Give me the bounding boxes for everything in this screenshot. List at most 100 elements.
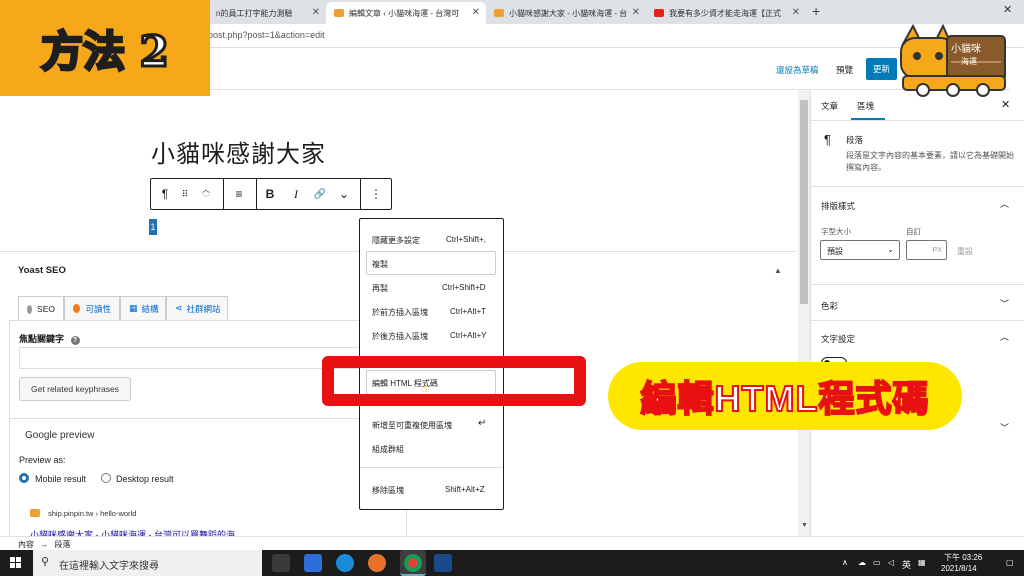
browser-tab[interactable]: n的員工打字能力測驗 ✕ xyxy=(208,2,326,24)
custom-size-label: 自訂 xyxy=(906,227,921,236)
breadcrumb-current[interactable]: 段落 xyxy=(54,540,70,549)
taskbar-search-input[interactable]: ⚲ 在這裡輸入文字來搜尋 xyxy=(33,550,262,576)
drag-handle-icon[interactable]: ⠿ xyxy=(177,179,193,209)
menu-item-hide-settings[interactable]: 隱藏更多設定 xyxy=(372,235,420,246)
chevron-down-icon[interactable]: ﹀ xyxy=(1000,421,1009,434)
menu-item-copy[interactable]: 複製 xyxy=(372,259,388,270)
more-options-icon[interactable]: ⋮ xyxy=(363,179,389,209)
close-icon[interactable]: ✕ xyxy=(632,7,640,18)
volume-icon[interactable]: ◁ xyxy=(888,558,894,567)
tab-label: 結構 xyxy=(141,303,159,314)
focus-label-text: 焦點關鍵字 xyxy=(19,334,65,344)
update-button[interactable]: 更新 xyxy=(866,58,897,80)
cloud-icon[interactable]: ☁ xyxy=(858,558,866,567)
notification-icon[interactable]: ▢ xyxy=(1006,558,1014,567)
firefox-icon[interactable] xyxy=(368,554,386,572)
edge-icon[interactable] xyxy=(336,554,354,572)
typography-section-title[interactable]: 排版樣式 xyxy=(821,200,855,212)
yoast-panel-title[interactable]: Yoast SEO xyxy=(18,265,66,276)
menu-item-insert-after[interactable]: 於後方插入區塊 xyxy=(372,331,428,342)
focus-keyphrase-label: 焦點關鍵字 ? xyxy=(19,332,80,345)
italic-button[interactable]: I xyxy=(285,179,307,209)
tab-readability[interactable]: 可讀性 xyxy=(64,296,120,320)
mobile-result-label[interactable]: Mobile result xyxy=(35,474,86,484)
network-icon[interactable]: ▭ xyxy=(873,558,881,567)
desktop-result-radio[interactable] xyxy=(101,473,111,483)
color-section-title[interactable]: 色彩 xyxy=(821,300,838,312)
chevron-down-icon[interactable]: ﹀ xyxy=(202,194,210,203)
chevron-down-icon[interactable]: ﹀ xyxy=(1000,297,1009,310)
collapse-caret-icon[interactable]: ▲ xyxy=(774,266,782,275)
scroll-down-arrow-icon[interactable]: ▼ xyxy=(801,522,808,529)
store-icon[interactable] xyxy=(304,554,322,572)
red-highlight-box xyxy=(322,356,586,406)
post-title[interactable]: 小貓咪感謝大家 xyxy=(151,134,326,169)
window-close-icon[interactable]: ✕ xyxy=(1003,3,1012,16)
more-rich-text-chevron-icon[interactable]: ⌄ xyxy=(333,179,355,209)
desktop-result-label[interactable]: Desktop result xyxy=(116,474,174,484)
browser-tab-active[interactable]: 編輯文章 ‹ 小貓咪海運 - 台灣可 ✕ xyxy=(326,2,486,24)
custom-size-input[interactable]: PX xyxy=(906,240,947,260)
file-explorer-icon[interactable] xyxy=(272,554,290,572)
paragraph-icon[interactable]: ¶ xyxy=(151,179,179,209)
menu-item-add-reusable[interactable]: 新增至可重複使用區塊 xyxy=(372,420,452,431)
align-icon[interactable]: ≡ xyxy=(224,179,254,209)
chevron-up-icon[interactable]: ︿ xyxy=(202,185,210,194)
clock-date[interactable]: 2021/8/14 xyxy=(941,564,977,573)
menu-item-insert-before[interactable]: 於前方插入區塊 xyxy=(372,307,428,318)
share-icon: ⋖ xyxy=(175,303,183,313)
start-button[interactable] xyxy=(10,557,22,569)
bold-button[interactable]: B xyxy=(259,179,281,209)
menu-item-remove-block[interactable]: 移除區塊 xyxy=(372,485,404,496)
get-related-keyphrases-button[interactable]: Get related keyphrases xyxy=(19,377,131,401)
preview-as-label: Preview as: xyxy=(19,455,66,465)
reset-button[interactable]: 重設 xyxy=(957,246,973,257)
preview-link[interactable]: 預覽 xyxy=(836,64,853,76)
close-icon[interactable]: ✕ xyxy=(472,7,480,18)
text-settings-section-title[interactable]: 文字設定 xyxy=(821,333,855,345)
save-draft-link[interactable]: 還設為草稿 xyxy=(776,64,819,76)
photos-icon[interactable] xyxy=(434,554,452,572)
browser-tab[interactable]: 小貓咪感謝大家 - 小貓咪海運 - 台 ✕ xyxy=(486,2,646,24)
ime-indicator[interactable]: 英 xyxy=(902,558,911,571)
keyboard-icon[interactable]: ▦ xyxy=(918,558,926,567)
cat-logo-icon xyxy=(900,23,1006,97)
move-up-down-icon[interactable]: ︿ ﹀ xyxy=(195,179,217,209)
tab-block[interactable]: 區塊 xyxy=(857,100,874,112)
font-size-value: 預設 xyxy=(827,247,843,256)
browser-tab[interactable]: 我要有多少資才能走海運【正式 ✕ xyxy=(646,2,806,24)
close-sidebar-icon[interactable]: ✕ xyxy=(1001,98,1010,111)
font-size-select[interactable]: 預設 ⌄ xyxy=(820,240,900,260)
block-breadcrumb: 內容 → 段落 xyxy=(0,536,1024,550)
chevron-up-icon[interactable]: ︿ xyxy=(1000,197,1009,210)
toolbar-divider xyxy=(256,179,257,209)
kitten-favicon-icon xyxy=(494,9,504,17)
divider xyxy=(810,320,1024,321)
chevron-up-icon[interactable]: ∧ xyxy=(842,558,848,567)
tab-post[interactable]: 文章 xyxy=(821,100,838,112)
chevron-up-icon[interactable]: ︿ xyxy=(1000,330,1009,343)
divider xyxy=(810,284,1024,285)
help-icon[interactable]: ? xyxy=(70,336,80,345)
tab-title: 我要有多少資才能走海運【正式 xyxy=(669,8,781,18)
close-icon[interactable]: ✕ xyxy=(792,7,800,18)
menu-item-duplicate[interactable]: 再製 xyxy=(372,283,388,294)
clock-time[interactable]: 下午 03:26 xyxy=(944,552,982,563)
new-tab-button[interactable]: + xyxy=(812,3,820,19)
google-preview-heading[interactable]: Google preview xyxy=(25,430,94,441)
divider xyxy=(810,120,1024,121)
breadcrumb-root[interactable]: 內容 xyxy=(18,540,34,549)
close-icon[interactable]: ✕ xyxy=(312,7,320,18)
search-icon: ⚲ xyxy=(41,556,50,568)
selected-paragraph-text[interactable]: 1 xyxy=(149,219,157,235)
tab-seo[interactable]: SEO xyxy=(18,296,64,321)
divider xyxy=(810,186,1024,187)
link-icon[interactable]: 🔗 xyxy=(309,179,331,209)
tab-label: SEO xyxy=(37,304,55,314)
chrome-icon[interactable] xyxy=(400,550,426,576)
mobile-result-radio[interactable] xyxy=(19,473,29,483)
menu-item-group[interactable]: 組成群組 xyxy=(372,444,404,455)
tab-schema[interactable]: ▦ 結構 xyxy=(120,296,166,320)
tab-social[interactable]: ⋖ 社群網站 xyxy=(166,296,228,320)
scrollbar-thumb[interactable] xyxy=(800,100,808,304)
